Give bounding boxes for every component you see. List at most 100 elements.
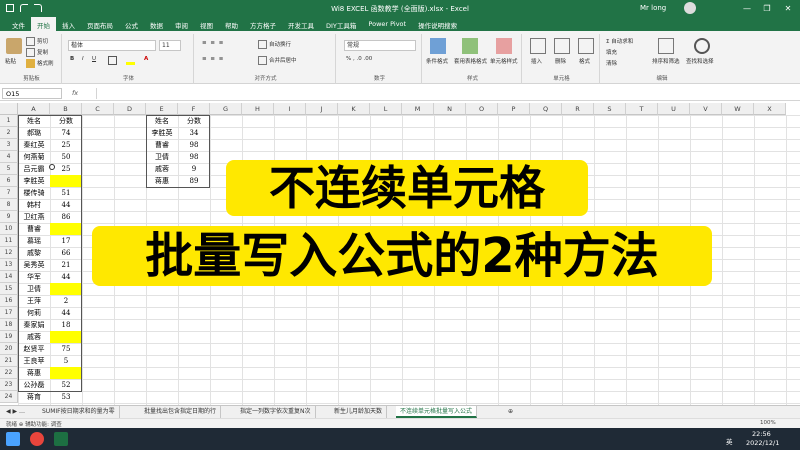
- insert-cells-icon[interactable]: [530, 38, 546, 54]
- table-format-button[interactable]: 套用表格格式: [454, 57, 487, 65]
- tab-help[interactable]: 帮助: [219, 17, 244, 31]
- autosum-button[interactable]: Σ 自动求和: [606, 37, 633, 45]
- font-color-button[interactable]: A: [144, 56, 148, 62]
- maximize-button[interactable]: ❐: [760, 2, 774, 15]
- sheet-nav-arrows[interactable]: ◀ ▶ …: [2, 406, 29, 418]
- copy-button[interactable]: 复制: [26, 48, 48, 57]
- column-header[interactable]: G: [210, 103, 242, 115]
- column-header[interactable]: R: [562, 103, 594, 115]
- find-select-button[interactable]: 查找和选择: [686, 57, 714, 65]
- sheet-tab[interactable]: SUMIF按日期求和的量为零: [38, 406, 120, 418]
- add-sheet-button[interactable]: ⊕: [504, 406, 517, 418]
- tell-me-search[interactable]: 操作说明搜索: [412, 17, 463, 31]
- column-header[interactable]: P: [498, 103, 530, 115]
- clock-time[interactable]: 22:56: [752, 430, 771, 438]
- tab-review[interactable]: 审阅: [169, 17, 194, 31]
- number-format-select[interactable]: 常规: [344, 40, 416, 51]
- row-header[interactable]: 11: [0, 235, 18, 247]
- row-header[interactable]: 20: [0, 343, 18, 355]
- row-header[interactable]: 22: [0, 367, 18, 379]
- row-header[interactable]: 17: [0, 307, 18, 319]
- score-cell[interactable]: 53: [50, 391, 82, 403]
- row-header[interactable]: 10: [0, 223, 18, 235]
- row-header[interactable]: 2: [0, 127, 18, 139]
- clear-button[interactable]: 清除: [606, 59, 617, 67]
- paste-button[interactable]: 粘贴: [5, 57, 16, 65]
- column-header[interactable]: S: [594, 103, 626, 115]
- zoom-level[interactable]: 100%: [760, 420, 776, 426]
- sheet-tab-active[interactable]: 不连续单元格批量写入公式: [396, 406, 478, 418]
- format-painter-button[interactable]: 格式刷: [26, 59, 54, 68]
- sort-filter-icon[interactable]: [658, 38, 674, 54]
- row-header[interactable]: 4: [0, 151, 18, 163]
- row-header[interactable]: 19: [0, 331, 18, 343]
- tab-developer[interactable]: 开发工具: [282, 17, 320, 31]
- column-header[interactable]: E: [146, 103, 178, 115]
- number-format-buttons[interactable]: % , .0 .00: [346, 56, 372, 62]
- row-header[interactable]: 13: [0, 259, 18, 271]
- format-cells-icon[interactable]: [578, 38, 594, 54]
- chrome-icon[interactable]: [30, 432, 44, 446]
- row-header[interactable]: 21: [0, 355, 18, 367]
- windows-start-icon[interactable]: [6, 432, 20, 446]
- name-cell[interactable]: 蒋育: [18, 391, 50, 403]
- tab-insert[interactable]: 插入: [56, 17, 81, 31]
- format-cells-button[interactable]: 格式: [579, 57, 590, 65]
- cut-button[interactable]: 剪切: [26, 37, 48, 46]
- row-header[interactable]: 24: [0, 391, 18, 403]
- column-header[interactable]: W: [722, 103, 754, 115]
- bold-button[interactable]: B: [70, 56, 74, 62]
- ime-indicator[interactable]: 英: [726, 436, 733, 446]
- row-header[interactable]: 6: [0, 175, 18, 187]
- fill-color-button[interactable]: [126, 56, 137, 65]
- column-header[interactable]: F: [178, 103, 210, 115]
- sheet-tab[interactable]: 新生儿月龄加天数: [330, 406, 388, 418]
- tab-home[interactable]: 开始: [31, 17, 56, 31]
- italic-button[interactable]: I: [82, 56, 84, 62]
- column-header[interactable]: M: [402, 103, 434, 115]
- align-top-buttons[interactable]: ≡ ≡ ≡: [202, 40, 224, 46]
- column-header[interactable]: U: [658, 103, 690, 115]
- row-header[interactable]: 1: [0, 115, 18, 127]
- user-name[interactable]: Mr long: [640, 4, 666, 12]
- merge-center-button[interactable]: 合并后居中: [258, 56, 297, 65]
- cell-styles-button[interactable]: 单元格样式: [490, 57, 518, 65]
- tab-ffgz[interactable]: 方方格子: [244, 17, 282, 31]
- column-header[interactable]: Q: [530, 103, 562, 115]
- row-header[interactable]: 14: [0, 271, 18, 283]
- minimize-button[interactable]: —: [740, 2, 754, 15]
- column-header[interactable]: K: [338, 103, 370, 115]
- underline-button[interactable]: U: [92, 56, 96, 62]
- row-header[interactable]: 5: [0, 163, 18, 175]
- column-header[interactable]: N: [434, 103, 466, 115]
- column-header[interactable]: I: [274, 103, 306, 115]
- close-button[interactable]: ✕: [781, 2, 795, 15]
- tab-view[interactable]: 视图: [194, 17, 219, 31]
- clock-date[interactable]: 2022/12/1: [746, 439, 779, 447]
- column-header[interactable]: C: [82, 103, 114, 115]
- row-header[interactable]: 12: [0, 247, 18, 259]
- excel-icon[interactable]: [54, 432, 68, 446]
- column-header[interactable]: V: [690, 103, 722, 115]
- tab-diy[interactable]: DIY工具箱: [320, 17, 362, 31]
- column-header[interactable]: T: [626, 103, 658, 115]
- row-header[interactable]: 9: [0, 211, 18, 223]
- column-header[interactable]: A: [18, 103, 50, 115]
- row-header[interactable]: 23: [0, 379, 18, 391]
- column-header[interactable]: B: [50, 103, 82, 115]
- row-header[interactable]: 7: [0, 187, 18, 199]
- formula-input[interactable]: [96, 88, 796, 99]
- row-header[interactable]: 3: [0, 139, 18, 151]
- sheet-tab[interactable]: 批量找出包含指定日期的行: [140, 406, 222, 418]
- column-header[interactable]: D: [114, 103, 146, 115]
- fx-icon[interactable]: fx: [72, 89, 78, 97]
- wrap-text-button[interactable]: 自动换行: [258, 40, 291, 49]
- column-header[interactable]: X: [754, 103, 786, 115]
- tab-formulas[interactable]: 公式: [119, 17, 144, 31]
- tab-power-pivot[interactable]: Power Pivot: [362, 17, 412, 31]
- column-header[interactable]: L: [370, 103, 402, 115]
- row-header[interactable]: 16: [0, 295, 18, 307]
- align-left-buttons[interactable]: ≡ ≡ ≡: [202, 56, 224, 62]
- paste-icon[interactable]: [6, 38, 22, 54]
- select-all-corner[interactable]: [0, 103, 18, 115]
